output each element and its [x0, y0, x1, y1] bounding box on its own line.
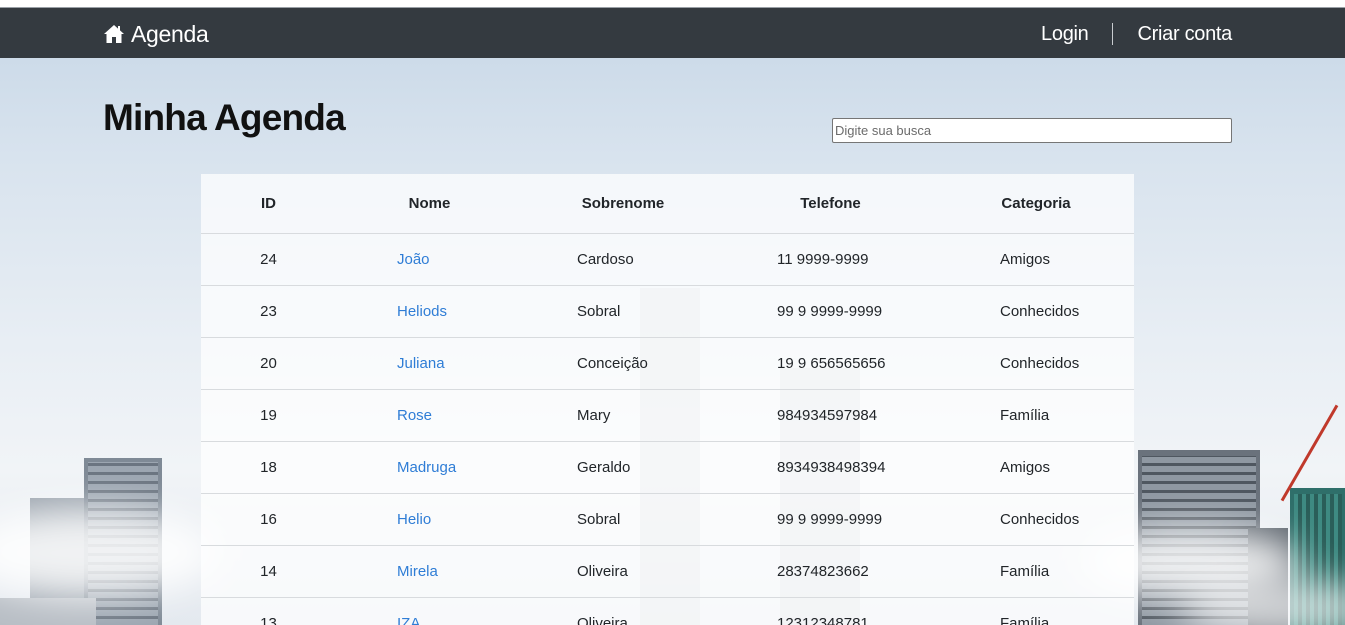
signup-link[interactable]: Criar conta: [1137, 23, 1232, 46]
cell-sobrenome: Sobral: [577, 302, 621, 320]
login-link[interactable]: Login: [1041, 23, 1089, 46]
cell-id: 20: [260, 354, 277, 372]
column-header-categoria: Categoria: [938, 174, 1134, 234]
cell-sobrenome: Oliveira: [577, 614, 628, 625]
cell-categoria: Família: [1000, 406, 1050, 424]
cell-sobrenome: Sobral: [577, 510, 621, 528]
column-header-telefone: Telefone: [723, 174, 938, 234]
cell-categoria: Conhecidos: [1000, 354, 1080, 372]
cell-id: 13: [260, 614, 277, 625]
cell-id: 19: [260, 406, 277, 424]
table-row: 24 João Cardoso 11 9999-9999 Amigos: [201, 233, 1134, 285]
contact-name-link[interactable]: IZA: [397, 615, 420, 625]
cell-sobrenome: Cardoso: [577, 250, 634, 268]
cell-telefone: 984934597984: [777, 406, 878, 424]
contact-name-link[interactable]: Rose: [397, 407, 432, 424]
brand-link[interactable]: Agenda: [103, 20, 209, 48]
contact-name-link[interactable]: Heliods: [397, 303, 447, 320]
cell-telefone: 12312348781: [777, 614, 869, 625]
column-header-sobrenome: Sobrenome: [523, 174, 723, 234]
cell-telefone: 11 9999-9999: [777, 250, 869, 268]
cell-telefone: 19 9 656565656: [777, 354, 886, 372]
contact-name-link[interactable]: Madruga: [397, 459, 456, 476]
nav-divider: [1112, 23, 1114, 45]
contacts-table: ID Nome Sobrenome Telefone Categoria 24 …: [201, 174, 1134, 625]
cell-sobrenome: Mary: [577, 406, 611, 424]
column-header-id: ID: [201, 174, 336, 234]
cell-telefone: 28374823662: [777, 562, 869, 580]
cell-id: 23: [260, 302, 277, 320]
browser-top-edge: [0, 0, 1345, 8]
cell-sobrenome: Geraldo: [577, 458, 631, 476]
contact-name-link[interactable]: Juliana: [397, 355, 445, 372]
table-row: 18 Madruga Geraldo 8934938498394 Amigos: [201, 441, 1134, 493]
table-row: 20 Juliana Conceição 19 9 656565656 Conh…: [201, 337, 1134, 389]
cell-categoria: Família: [1000, 614, 1050, 625]
column-header-nome: Nome: [336, 174, 523, 234]
brand-label: Agenda: [131, 20, 209, 47]
search-input[interactable]: [832, 118, 1232, 143]
table-row: 14 Mirela Oliveira 28374823662 Família: [201, 545, 1134, 597]
nav-actions: Login Criar conta: [1041, 20, 1232, 48]
cell-telefone: 99 9 9999-9999: [777, 302, 883, 320]
table-header-row: ID Nome Sobrenome Telefone Categoria: [201, 174, 1134, 234]
navbar: Agenda Login Criar conta: [0, 8, 1345, 58]
cell-id: 14: [260, 562, 277, 580]
page-title: Minha Agenda: [103, 97, 346, 138]
cell-categoria: Família: [1000, 562, 1050, 580]
cell-id: 18: [260, 458, 277, 476]
table-row: 23 Heliods Sobral 99 9 9999-9999 Conheci…: [201, 285, 1134, 337]
cell-id: 24: [260, 250, 277, 268]
cell-categoria: Amigos: [1000, 250, 1051, 268]
cell-categoria: Conhecidos: [1000, 302, 1080, 320]
cell-sobrenome: Oliveira: [577, 562, 628, 580]
cell-id: 16: [260, 510, 277, 528]
cell-sobrenome: Conceição: [577, 354, 648, 372]
cell-telefone: 99 9 9999-9999: [777, 510, 883, 528]
contact-name-link[interactable]: João: [397, 251, 430, 268]
cell-telefone: 8934938498394: [777, 458, 886, 476]
cell-categoria: Conhecidos: [1000, 510, 1080, 528]
home-icon: [104, 25, 124, 43]
contacts-table-panel: ID Nome Sobrenome Telefone Categoria 24 …: [201, 174, 1134, 625]
table-row: 19 Rose Mary 984934597984 Família: [201, 389, 1134, 441]
table-row: 16 Helio Sobral 99 9 9999-9999 Conhecido…: [201, 493, 1134, 545]
cell-categoria: Amigos: [1000, 458, 1051, 476]
contact-name-link[interactable]: Helio: [397, 511, 431, 528]
contact-name-link[interactable]: Mirela: [397, 563, 438, 580]
table-row: 13 IZA Oliveira 12312348781 Família: [201, 597, 1134, 625]
